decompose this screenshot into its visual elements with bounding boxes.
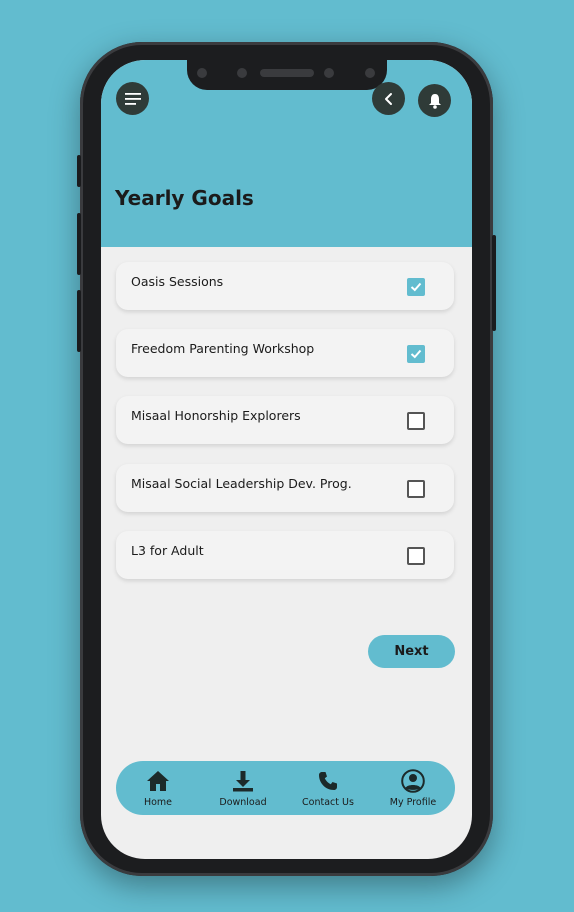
goal-label: L3 for Adult xyxy=(131,543,204,558)
goal-item-oasis-sessions[interactable]: Oasis Sessions xyxy=(116,262,454,310)
phone-power-button xyxy=(492,235,496,331)
notch xyxy=(187,60,387,90)
app-screen: Yearly Goals Oasis Sessions Freedom Pare… xyxy=(101,60,472,859)
camera-dot xyxy=(237,68,247,78)
nav-label: My Profile xyxy=(389,797,437,808)
bell-icon xyxy=(428,93,441,109)
next-button[interactable]: Next xyxy=(368,635,455,668)
nav-item-download[interactable]: Download xyxy=(203,769,283,808)
goal-checkbox-checked[interactable] xyxy=(407,345,425,363)
chevron-left-icon xyxy=(384,92,392,105)
header: Yearly Goals xyxy=(101,60,472,247)
phone-volume-down xyxy=(77,290,81,352)
goal-checkbox[interactable] xyxy=(407,412,425,430)
nav-label: Download xyxy=(219,797,267,808)
goal-item-misaal-social-leadership[interactable]: Misaal Social Leadership Dev. Prog. xyxy=(116,464,454,512)
nav-label: Home xyxy=(143,797,173,808)
checkmark-icon xyxy=(410,349,422,359)
goal-checkbox[interactable] xyxy=(407,547,425,565)
bottom-nav: Home Download Contact Us My Profile xyxy=(116,761,455,815)
goal-item-freedom-parenting[interactable]: Freedom Parenting Workshop xyxy=(116,329,454,377)
goal-checkbox-checked[interactable] xyxy=(407,278,425,296)
goal-label: Misaal Social Leadership Dev. Prog. xyxy=(131,476,352,491)
page-title: Yearly Goals xyxy=(115,186,254,210)
goal-label: Oasis Sessions xyxy=(131,274,224,289)
download-icon xyxy=(230,769,256,793)
goal-label: Freedom Parenting Workshop xyxy=(131,341,315,356)
home-icon xyxy=(145,769,171,793)
speaker-grille xyxy=(260,69,314,77)
sensor-dot xyxy=(324,68,334,78)
phone-mute-switch xyxy=(77,155,81,187)
notifications-button[interactable] xyxy=(418,84,451,117)
goal-item-misaal-honorship[interactable]: Misaal Honorship Explorers xyxy=(116,396,454,444)
nav-label: Contact Us xyxy=(302,797,354,808)
menu-button[interactable] xyxy=(116,82,149,115)
sensor-dot xyxy=(197,68,207,78)
checkmark-icon xyxy=(410,282,422,292)
goal-checkbox[interactable] xyxy=(407,480,425,498)
goal-item-l3-for-adult[interactable]: L3 for Adult xyxy=(116,531,454,579)
back-button[interactable] xyxy=(372,82,405,115)
profile-icon xyxy=(400,769,426,793)
nav-item-contact-us[interactable]: Contact Us xyxy=(288,769,368,808)
phone-volume-up xyxy=(77,213,81,275)
nav-item-home[interactable]: Home xyxy=(118,769,198,808)
phone-icon xyxy=(315,769,341,793)
sensor-dot xyxy=(365,68,375,78)
menu-icon xyxy=(124,92,141,105)
nav-item-my-profile[interactable]: My Profile xyxy=(373,769,453,808)
goal-label: Misaal Honorship Explorers xyxy=(131,408,301,423)
